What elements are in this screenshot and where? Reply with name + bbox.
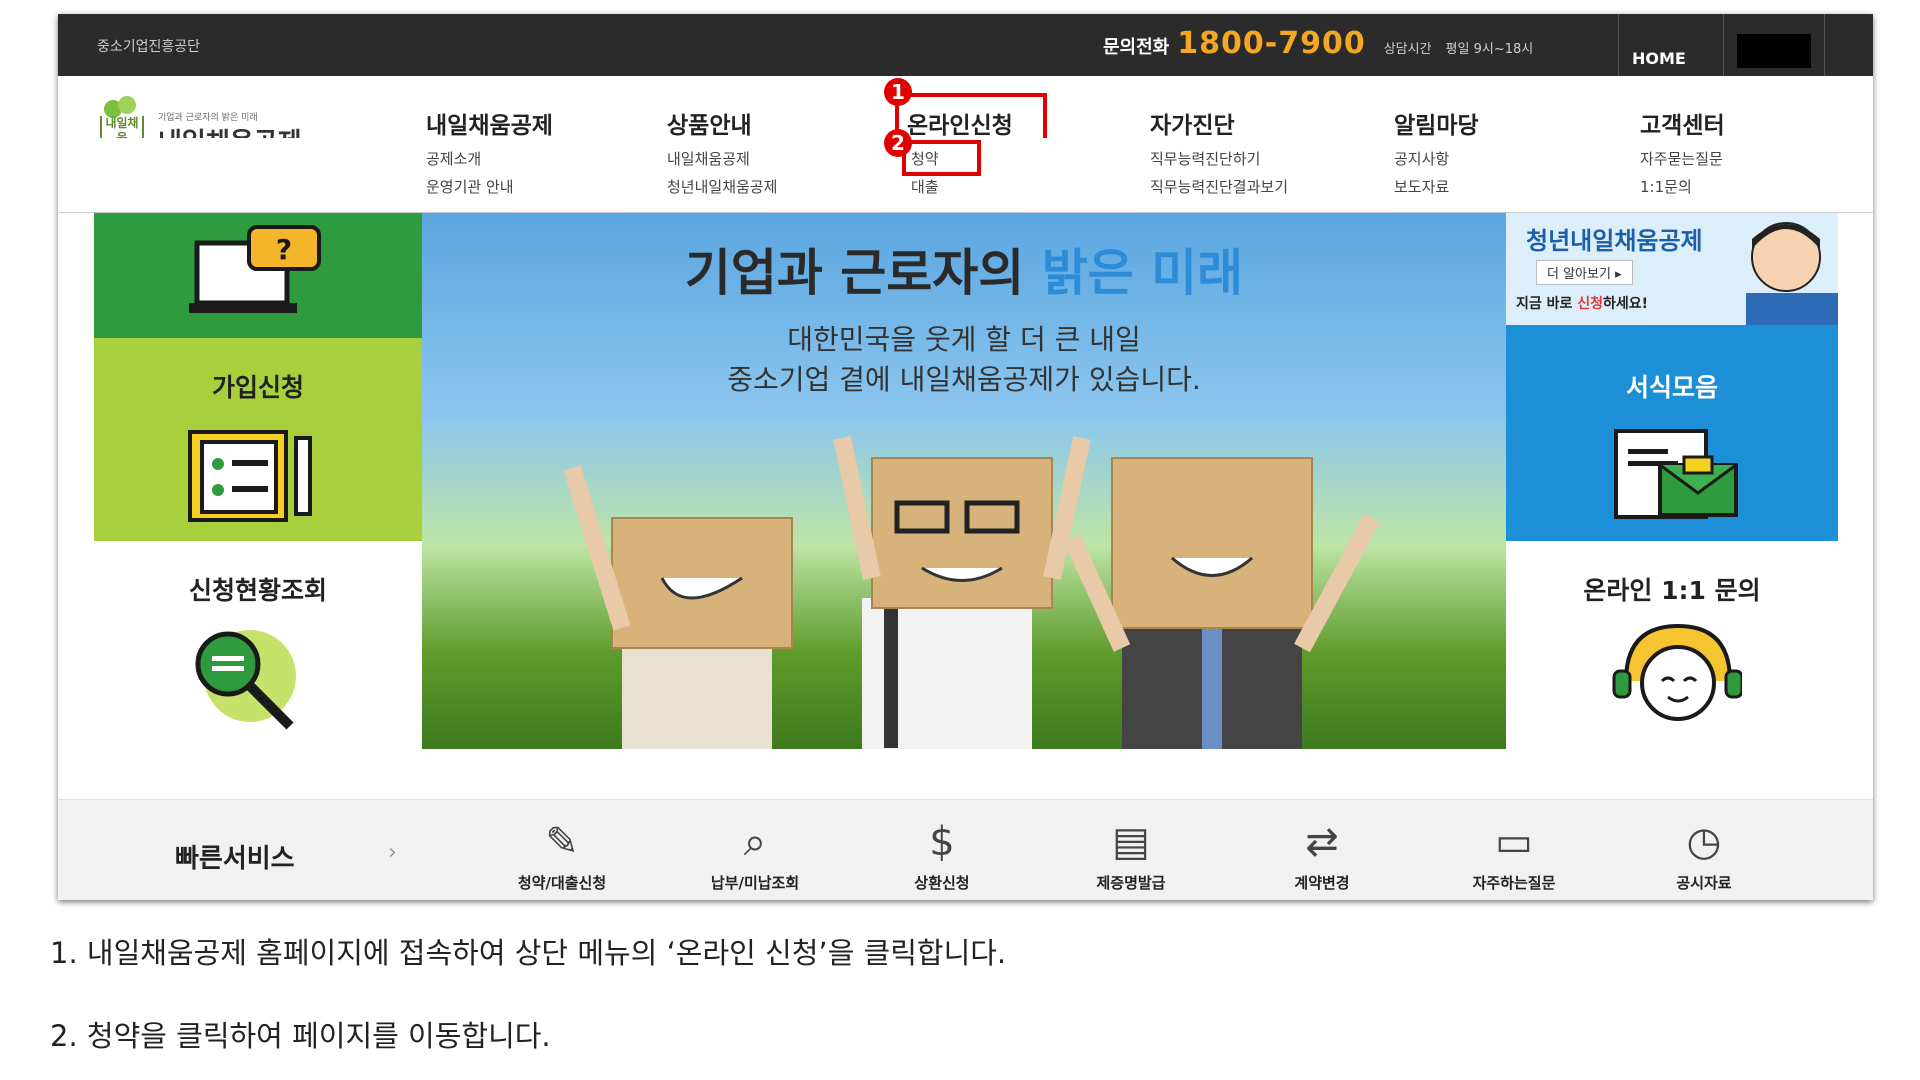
sub-item-skill-check[interactable]: 직무능력진단하기	[1150, 148, 1260, 169]
tile-consult[interactable]: ?	[94, 213, 422, 338]
highlight-box-subscription	[902, 140, 981, 176]
tile-inquiry-label: 온라인 1:1 문의	[1583, 576, 1761, 605]
nav-item-products[interactable]: 상품안내	[667, 106, 752, 140]
sub-item-operators[interactable]: 운영기관 안내	[426, 176, 514, 197]
org-name: 중소기업진흥공단	[97, 39, 201, 55]
hero-line-2: 중소기업 곁에 내일채움공제가 있습니다.	[727, 363, 1201, 396]
exchange-icon: ⇄	[1305, 819, 1339, 865]
hero-line-1: 대한민국을 웃게 할 더 큰 내일	[787, 323, 1141, 356]
quick-item-contract-change[interactable]: ⇄ 계약변경	[1252, 812, 1392, 893]
pen-icon: ✎	[545, 819, 579, 865]
tile-inquiry[interactable]: 온라인 1:1 문의	[1506, 541, 1838, 749]
promo-more-button[interactable]: 더 알아보기 ▸	[1536, 260, 1633, 285]
hero-title: 기업과 근로자의 밝은 미래	[684, 244, 1244, 302]
quick-item-disclosure[interactable]: ◷ 공시자료	[1634, 812, 1774, 893]
hero-banner: 기업과 근로자의 밝은 미래 대한민국을 웃게 할 더 큰 내일 중소기업 곁에…	[422, 213, 1506, 749]
promo-youth-banner[interactable]: 청년내일채움공제 더 알아보기 ▸ 지금 바로 신청하세요!	[1506, 213, 1838, 325]
promo-cta: 지금 바로 신청하세요!	[1516, 296, 1649, 312]
quick-item-subscribe-loan[interactable]: ✎ 청약/대출신청	[492, 812, 632, 893]
quick-item-faq[interactable]: ▭ 자주하는질문	[1444, 812, 1584, 893]
magnifier-icon	[195, 630, 296, 730]
tile-status[interactable]: 신청현황조회	[94, 541, 422, 749]
headset-agent-icon	[1612, 623, 1742, 721]
document-stamp-icon: ▤	[1112, 819, 1150, 865]
top-utility-bar: 중소기업진흥공단 문의전화 1800-7900 상담시간 평일 9시~18시 H…	[58, 14, 1873, 76]
sub-item-naeil-product[interactable]: 내일채움공제	[667, 148, 750, 169]
sub-item-faq[interactable]: 자주묻는질문	[1640, 148, 1723, 169]
tile-forms[interactable]: 서식모음	[1506, 325, 1838, 541]
svg-text:?: ?	[276, 233, 292, 266]
sub-item-youth-product[interactable]: 청년내일채움공제	[667, 176, 777, 197]
sub-item-skill-result[interactable]: 직무능력진단결과보기	[1150, 176, 1288, 197]
divider	[1618, 14, 1619, 76]
mail-forms-icon	[1614, 429, 1738, 519]
instruction-step-1: 1. 내일채움공제 홈페이지에 접속하여 상단 메뉴의 ‘온라인 신청’을 클릭…	[50, 936, 1007, 970]
quick-item-repayment[interactable]: $ 상환신청	[872, 812, 1012, 893]
phone-label: 문의전화	[1103, 37, 1170, 58]
quick-services-label: 빠른서비스	[175, 844, 295, 874]
redacted-box	[1737, 34, 1811, 68]
phone-number[interactable]: 1800-7900	[1177, 26, 1365, 61]
tile-join-label: 가입신청	[211, 373, 304, 402]
clock-doc-icon: ◷	[1686, 819, 1722, 865]
browser-screenshot: 중소기업진흥공단 문의전화 1800-7900 상담시간 평일 9시~18시 H…	[58, 14, 1873, 900]
promo-title: 청년내일채움공제	[1526, 227, 1703, 255]
step-badge-2: 2	[884, 129, 912, 157]
nav-item-self-check[interactable]: 자가진단	[1150, 106, 1235, 140]
money-bag-icon: $	[929, 819, 955, 865]
divider	[1723, 14, 1724, 76]
quick-arrow-icon: ›	[388, 840, 397, 865]
tile-join[interactable]: 가입신청	[94, 338, 422, 541]
hours-label: 상담시간	[1383, 42, 1432, 57]
cartoon-man-icon	[1746, 222, 1838, 325]
sub-item-press[interactable]: 보도자료	[1394, 176, 1449, 197]
box-head-people-illustration	[563, 436, 1380, 749]
quick-item-payment[interactable]: ⌕ 납부/미납조회	[685, 812, 825, 893]
tile-forms-label: 서식모음	[1625, 373, 1718, 402]
tile-status-label: 신청현황조회	[188, 576, 327, 605]
application-form-icon	[188, 430, 312, 522]
search-doc-icon: ⌕	[743, 819, 767, 865]
sub-item-loan[interactable]: 대출	[911, 176, 939, 197]
sub-item-one-on-one[interactable]: 1:1문의	[1640, 176, 1692, 197]
sub-item-notices[interactable]: 공지사항	[1394, 148, 1449, 169]
nav-item-naeil[interactable]: 내일채움공제	[426, 106, 553, 140]
step-badge-1: 1	[884, 78, 912, 106]
nav-item-support[interactable]: 고객센터	[1640, 106, 1725, 140]
sub-item-intro[interactable]: 공제소개	[426, 148, 481, 169]
divider	[1824, 14, 1825, 76]
contact-info: 문의전화 1800-7900 상담시간 평일 9시~18시	[1103, 26, 1533, 66]
nav-item-notice[interactable]: 알림마당	[1394, 106, 1479, 140]
quick-services-bar: 빠른서비스 › ✎ 청약/대출신청 ⌕ 납부/미납조회 $ 상환신청 ▤ 제증명…	[58, 799, 1873, 900]
hours-value: 평일 9시~18시	[1445, 42, 1534, 57]
instruction-step-2: 2. 청약을 클릭하여 페이지를 이동합니다.	[50, 1019, 551, 1053]
computer-chat-icon: ▭	[1495, 819, 1533, 865]
home-link[interactable]: HOME	[1632, 49, 1686, 68]
computer-question-icon: ?	[189, 225, 321, 313]
highlight-box-online-apply	[895, 93, 1047, 143]
sub-menu-panel: 공제소개 운영기관 안내 내일채움공제 청년내일채움공제 청약 대출 직무능력진…	[58, 129, 1873, 213]
quick-item-certificate[interactable]: ▤ 제증명발급	[1061, 812, 1201, 893]
